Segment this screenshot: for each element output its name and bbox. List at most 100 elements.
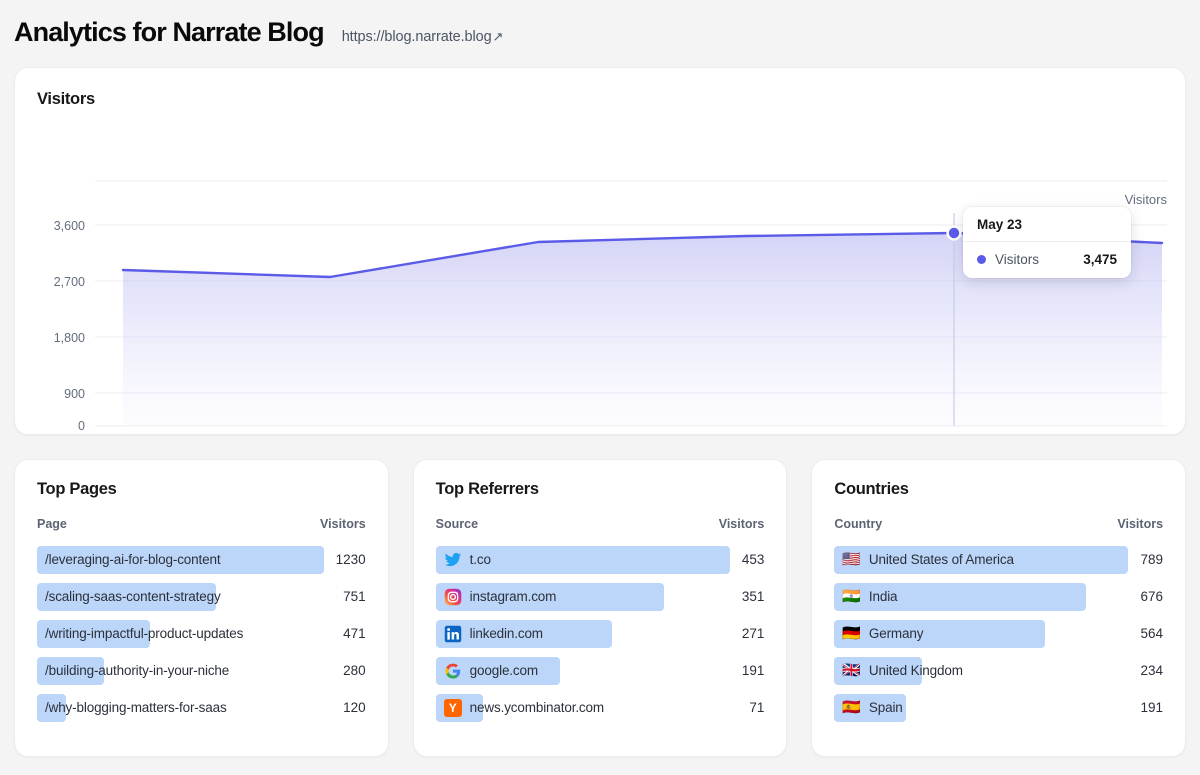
row-label: 🇺🇸 United States of America — [834, 552, 1014, 567]
table-row[interactable]: google.com 191 — [435, 652, 765, 689]
instagram-icon — [444, 588, 462, 606]
visitors-chart-card: Visitors 3,600 2,700 1,800 900 0 Visitor… — [14, 67, 1186, 435]
row-value: 676 — [1140, 589, 1164, 604]
countries-header: Country Visitors — [834, 517, 1163, 531]
table-row[interactable]: 🇮🇳 India 676 — [834, 578, 1163, 615]
site-url-text: https://blog.narrate.blog — [341, 29, 492, 45]
country-flag-icon: 🇺🇸 — [842, 551, 861, 568]
top-referrers-col-value: Visitors — [718, 517, 765, 531]
table-row[interactable]: 🇪🇸 Spain 191 — [834, 689, 1163, 726]
row-label: /scaling-saas-content-strategy — [37, 589, 221, 604]
top-referrers-col-label: Source — [435, 517, 479, 531]
row-label-text: instagram.com — [469, 589, 557, 604]
tooltip-date: May 23 — [963, 207, 1131, 242]
top-pages-card: Top Pages Page Visitors /leveraging-ai-f… — [14, 459, 389, 757]
row-label: /why-blogging-matters-for-saas — [37, 700, 227, 715]
row-label: linkedin.com — [436, 625, 543, 643]
y-tick-2700: 2,700 — [54, 275, 85, 289]
row-label-text: /writing-impactful-product-updates — [45, 626, 244, 641]
table-row[interactable]: linkedin.com 271 — [435, 615, 765, 652]
twitter-icon — [444, 551, 462, 569]
chart-highlight-point — [946, 225, 962, 241]
row-bar-wrap: google.com — [435, 656, 730, 685]
tooltip-series-row: Visitors 3,475 — [963, 242, 1131, 278]
row-bar-wrap: /scaling-saas-content-strategy — [37, 582, 331, 611]
row-value: 271 — [741, 626, 765, 641]
row-label-text: linkedin.com — [469, 626, 543, 641]
country-flag-icon: 🇮🇳 — [842, 588, 861, 605]
table-row[interactable]: /leveraging-ai-for-blog-content 1230 — [37, 541, 366, 578]
countries-card: Countries Country Visitors 🇺🇸 United Stat… — [811, 459, 1187, 757]
row-value: 191 — [741, 663, 765, 678]
visitors-chart[interactable]: 3,600 2,700 1,800 900 0 Visitors Jan 23 … — [15, 68, 1185, 434]
row-value: 789 — [1140, 552, 1164, 567]
row-label-text: news.ycombinator.com — [469, 700, 604, 715]
row-value: 191 — [1140, 700, 1164, 715]
row-value: 120 — [343, 700, 366, 715]
row-label-text: google.com — [469, 663, 538, 678]
row-label-text: India — [868, 589, 898, 604]
row-label-text: t.co — [469, 552, 491, 567]
row-value: 351 — [741, 589, 765, 604]
google-icon — [444, 662, 462, 680]
y-tick-1800: 1,800 — [54, 331, 85, 345]
top-referrers-title: Top Referrers — [435, 480, 539, 498]
y-tick-900: 900 — [64, 387, 85, 401]
country-flag-icon: 🇩🇪 — [842, 625, 861, 642]
y-tick-3600: 3,600 — [54, 219, 85, 233]
stats-row: Top Pages Page Visitors /leveraging-ai-f… — [14, 459, 1187, 757]
external-link-icon: ↗ — [492, 29, 504, 44]
row-label: t.co — [436, 551, 491, 569]
country-flag-icon: 🇪🇸 — [842, 699, 861, 716]
countries-col-value: Visitors — [1117, 517, 1164, 531]
row-value: 471 — [343, 626, 366, 641]
chart-tooltip: May 23 Visitors 3,475 — [963, 207, 1131, 278]
page-header: Analytics for Narrate Blog https://blog.… — [0, 0, 1200, 67]
table-row[interactable]: 🇺🇸 United States of America 789 — [834, 541, 1163, 578]
row-label-text: United States of America — [868, 552, 1014, 567]
row-bar-wrap: Ynews.ycombinator.com — [435, 693, 738, 722]
countries-list: 🇺🇸 United States of America 789 🇮🇳 India 676 🇩… — [834, 541, 1163, 726]
row-bar-wrap: /writing-impactful-product-updates — [37, 619, 331, 648]
site-url-link[interactable]: https://blog.narrate.blog↗ — [342, 29, 504, 45]
row-bar-wrap: /why-blogging-matters-for-saas — [37, 693, 331, 722]
row-label: 🇬🇧 United Kingdom — [834, 663, 963, 678]
row-label-text: /leveraging-ai-for-blog-content — [45, 552, 221, 567]
row-bar-wrap: t.co — [435, 545, 730, 574]
top-referrers-header: Source Visitors — [436, 517, 765, 531]
row-bar-wrap: 🇺🇸 United States of America — [834, 545, 1129, 574]
row-bar-wrap: 🇪🇸 Spain — [834, 693, 1128, 722]
row-bar-wrap: /leveraging-ai-for-blog-content — [37, 545, 324, 574]
row-label: 🇩🇪 Germany — [834, 626, 923, 641]
top-pages-title: Top Pages — [37, 480, 117, 498]
top-pages-header: Page Visitors — [37, 517, 366, 531]
y-tick-0: 0 — [78, 419, 85, 433]
table-row[interactable]: /writing-impactful-product-updates 471 — [37, 615, 366, 652]
row-bar-wrap: instagram.com — [435, 582, 730, 611]
table-row[interactable]: instagram.com 351 — [435, 578, 765, 615]
row-bar-wrap: 🇮🇳 India — [834, 582, 1128, 611]
row-value: 280 — [343, 663, 366, 678]
row-value: 1230 — [335, 552, 366, 567]
table-row[interactable]: 🇬🇧 United Kingdom 234 — [834, 652, 1163, 689]
chart-y-axis: 3,600 2,700 1,800 900 0 — [54, 219, 85, 433]
tooltip-series-name: Visitors — [995, 252, 1040, 267]
row-label: instagram.com — [436, 588, 557, 606]
table-row[interactable]: t.co 453 — [435, 541, 765, 578]
row-bar-wrap: linkedin.com — [435, 619, 730, 648]
row-value: 453 — [741, 552, 765, 567]
top-pages-col-value: Visitors — [320, 517, 366, 531]
countries-col-label: Country — [834, 517, 883, 531]
table-row[interactable]: /building-authority-in-your-niche 280 — [37, 652, 366, 689]
row-bar-wrap: /building-authority-in-your-niche — [37, 656, 331, 685]
table-row[interactable]: Ynews.ycombinator.com 71 — [435, 689, 764, 726]
ycombinator-icon: Y — [443, 698, 462, 717]
linkedin-icon — [444, 625, 462, 643]
row-value: 751 — [343, 589, 366, 604]
table-row[interactable]: 🇩🇪 Germany 564 — [834, 615, 1163, 652]
row-label: /building-authority-in-your-niche — [37, 663, 229, 678]
table-row[interactable]: /why-blogging-matters-for-saas 120 — [37, 689, 366, 726]
country-flag-icon: 🇬🇧 — [842, 662, 861, 679]
table-row[interactable]: /scaling-saas-content-strategy 751 — [37, 578, 366, 615]
row-value: 234 — [1140, 663, 1164, 678]
